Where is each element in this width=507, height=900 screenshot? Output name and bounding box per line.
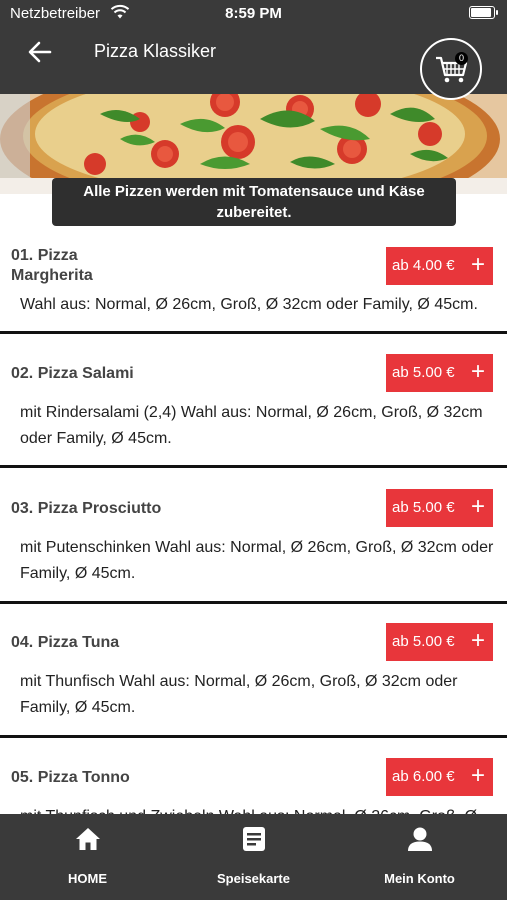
price-label: ab 5.00 € bbox=[392, 364, 455, 381]
menu-item-name: 03. Pizza Prosciutto bbox=[11, 500, 162, 517]
add-to-cart-button[interactable]: ab 5.00 € + bbox=[386, 354, 493, 392]
add-to-cart-button[interactable]: ab 6.00 € + bbox=[386, 758, 493, 796]
add-to-cart-button[interactable]: ab 5.00 € + bbox=[386, 489, 493, 527]
price-label: ab 5.00 € bbox=[392, 499, 455, 516]
plus-icon: + bbox=[470, 358, 485, 385]
price-label: ab 5.00 € bbox=[392, 633, 455, 650]
menu-item: 02. Pizza Salami ab 5.00 € + mit Rinders… bbox=[0, 344, 507, 468]
menu-item: 03. Pizza Prosciutto ab 5.00 € + mit Put… bbox=[0, 480, 507, 604]
nav-item-home[interactable]: HOME bbox=[3, 814, 172, 900]
bottom-navigation: HOME Speisekarte Mein Konto bbox=[0, 814, 507, 900]
plus-icon: + bbox=[470, 493, 485, 520]
cart-count-badge: 0 bbox=[455, 52, 468, 65]
menu-item-name: 04. Pizza Tuna bbox=[11, 634, 120, 651]
menu-item-name: 01. Pizza Margherita bbox=[11, 246, 93, 286]
nav-item-speisekarte[interactable]: Speisekarte bbox=[169, 814, 338, 900]
menu-item-name-line1: 01. Pizza bbox=[11, 247, 78, 264]
plus-icon: + bbox=[470, 251, 485, 278]
menu-list-icon bbox=[243, 827, 265, 851]
menu-item-description: mit Thunfisch Wahl aus: Normal, Ø 26cm, … bbox=[20, 673, 458, 716]
menu-item: 01. Pizza Margherita ab 4.00 € + Wahl au… bbox=[0, 236, 507, 334]
price-label: ab 4.00 € bbox=[392, 257, 455, 274]
page-title: Pizza Klassiker bbox=[94, 41, 217, 61]
status-time: 8:59 PM bbox=[225, 5, 282, 22]
menu-item-description: mit Putenschinken Wahl aus: Normal, Ø 26… bbox=[20, 539, 494, 582]
cart-button[interactable]: 0 bbox=[420, 38, 482, 100]
nav-label-home: HOME bbox=[68, 871, 107, 886]
add-to-cart-button[interactable]: ab 4.00 € + bbox=[386, 247, 493, 285]
plus-icon: + bbox=[470, 627, 485, 654]
info-banner-text: Alle Pizzen werden mit Tomatensauce und … bbox=[52, 178, 456, 226]
home-icon bbox=[76, 828, 100, 850]
nav-label-mein-konto: Mein Konto bbox=[384, 871, 455, 886]
price-label: ab 6.00 € bbox=[392, 768, 455, 785]
menu-item-name: 05. Pizza Tonno bbox=[11, 769, 130, 786]
menu-item: 04. Pizza Tuna ab 5.00 € + mit Thunfisch… bbox=[0, 614, 507, 738]
menu-item-name: 02. Pizza Salami bbox=[11, 365, 134, 382]
menu-item-name-line2: Margherita bbox=[11, 267, 93, 284]
menu-item-description: mit Rindersalami (2,4) Wahl aus: Normal,… bbox=[20, 404, 483, 447]
back-arrow-icon[interactable] bbox=[26, 38, 54, 66]
menu-item-description: Wahl aus: Normal, Ø 26cm, Groß, Ø 32cm o… bbox=[20, 296, 478, 313]
status-bar: Netzbetreiber 8:59 PM bbox=[0, 0, 507, 30]
nav-item-mein-konto[interactable]: Mein Konto bbox=[335, 814, 504, 900]
user-icon bbox=[408, 827, 432, 851]
nav-label-speisekarte: Speisekarte bbox=[217, 871, 290, 886]
battery-icon bbox=[469, 6, 498, 19]
plus-icon: + bbox=[470, 762, 485, 789]
add-to-cart-button[interactable]: ab 5.00 € + bbox=[386, 623, 493, 661]
